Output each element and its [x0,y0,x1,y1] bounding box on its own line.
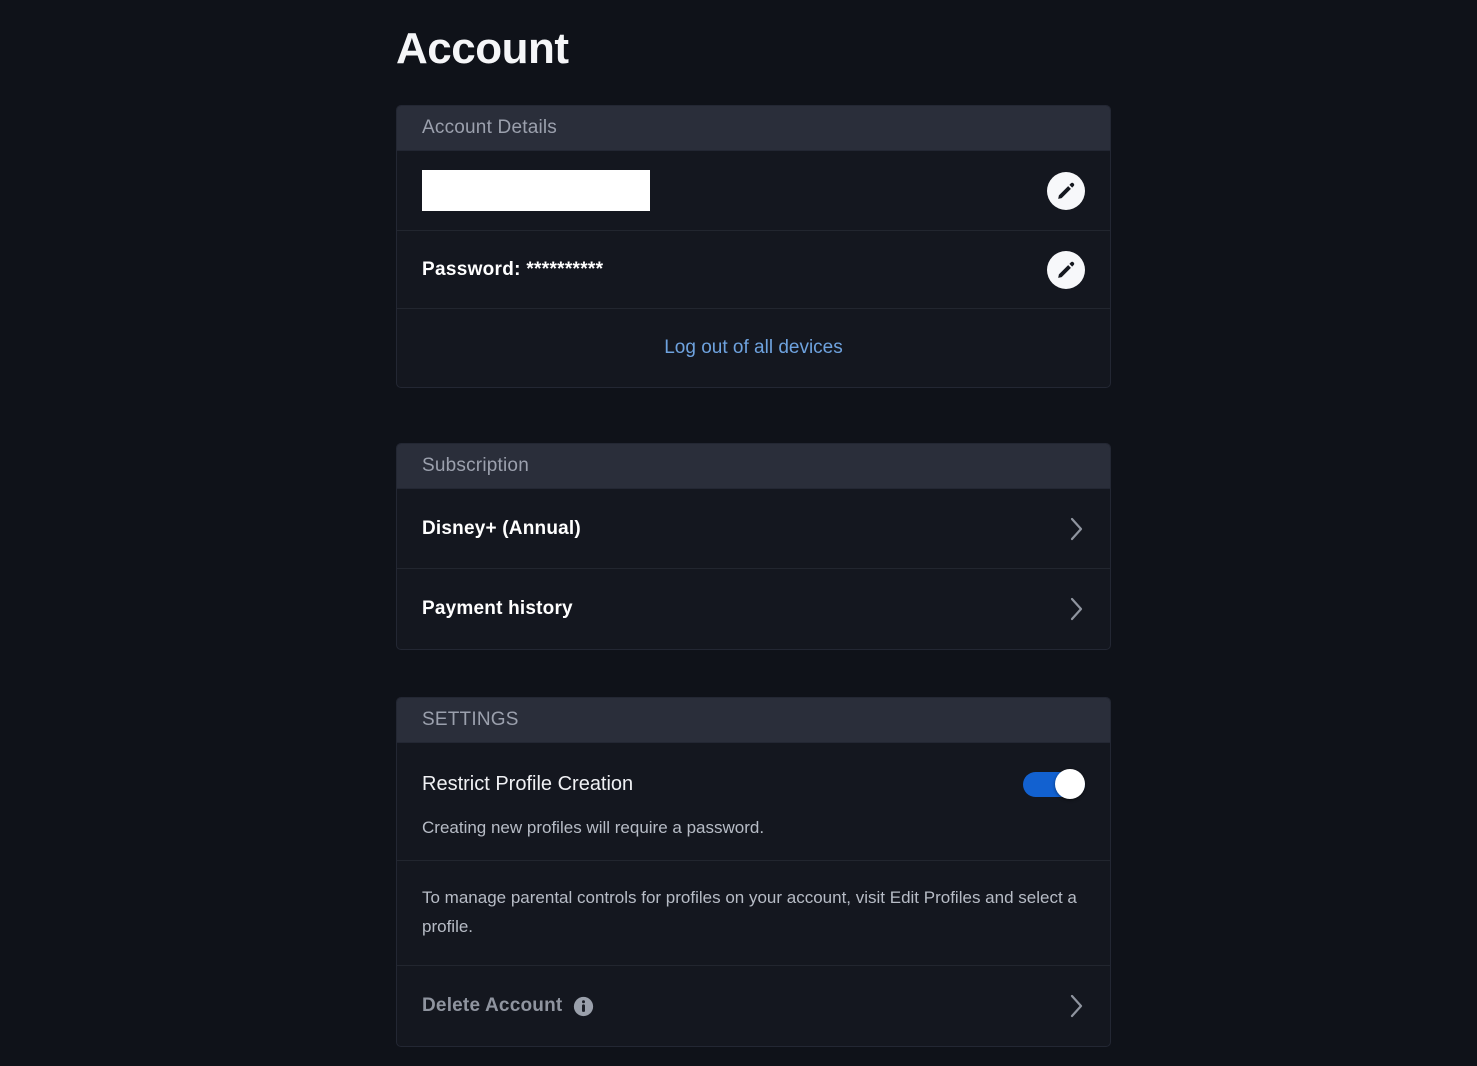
logout-all-devices-row: Log out of all devices [397,309,1110,387]
delete-account-label: Delete Account [422,995,563,1016]
restrict-profile-creation-top: Restrict Profile Creation [422,769,1085,799]
chevron-right-icon [1070,597,1083,621]
pencil-icon [1058,261,1075,278]
email-value-redaction [422,170,650,211]
email-row [397,151,1110,231]
restrict-profile-creation-toggle[interactable] [1023,769,1085,799]
account-details-header: Account Details [397,106,1110,151]
parental-controls-note-row: To manage parental controls for profiles… [397,861,1110,966]
payment-history-row[interactable]: Payment history [397,569,1110,649]
account-page: Account Account Details Password: ******… [0,0,1477,1066]
subscription-plan-label: Disney+ (Annual) [422,517,581,539]
password-row: Password: ********** [397,231,1110,309]
settings-header: SETTINGS [397,698,1110,743]
subscription-card: Subscription Disney+ (Annual) Payment hi… [396,443,1111,650]
account-details-header-label: Account Details [422,117,558,138]
subscription-header-label: Subscription [422,455,529,476]
edit-email-button[interactable] [1047,171,1085,210]
delete-account-row[interactable]: Delete Account [397,966,1110,1046]
payment-history-label: Payment history [422,598,573,619]
pencil-icon [1058,182,1075,199]
delete-account-left: Delete Account [422,995,594,1017]
logout-all-devices-link[interactable]: Log out of all devices [664,337,843,359]
account-details-card: Account Details Password: ********** Log [396,105,1111,388]
restrict-profile-creation-row: Restrict Profile Creation Creating new p… [397,743,1110,861]
settings-card: SETTINGS Restrict Profile Creation Creat… [396,697,1111,1047]
info-icon[interactable] [573,996,594,1017]
subscription-header: Subscription [397,444,1110,489]
chevron-right-icon [1070,517,1083,540]
chevron-right-icon [1070,994,1083,1018]
subscription-plan-row[interactable]: Disney+ (Annual) [397,489,1110,569]
password-value: Password: ********** [422,258,604,280]
toggle-knob [1055,769,1085,799]
parental-controls-note: To manage parental controls for profiles… [422,888,1077,936]
settings-header-label: SETTINGS [422,709,519,730]
restrict-profile-creation-label: Restrict Profile Creation [422,772,634,795]
restrict-profile-creation-description: Creating new profiles will require a pas… [422,818,765,837]
page-title: Account [396,24,569,73]
edit-password-button[interactable] [1047,250,1085,289]
